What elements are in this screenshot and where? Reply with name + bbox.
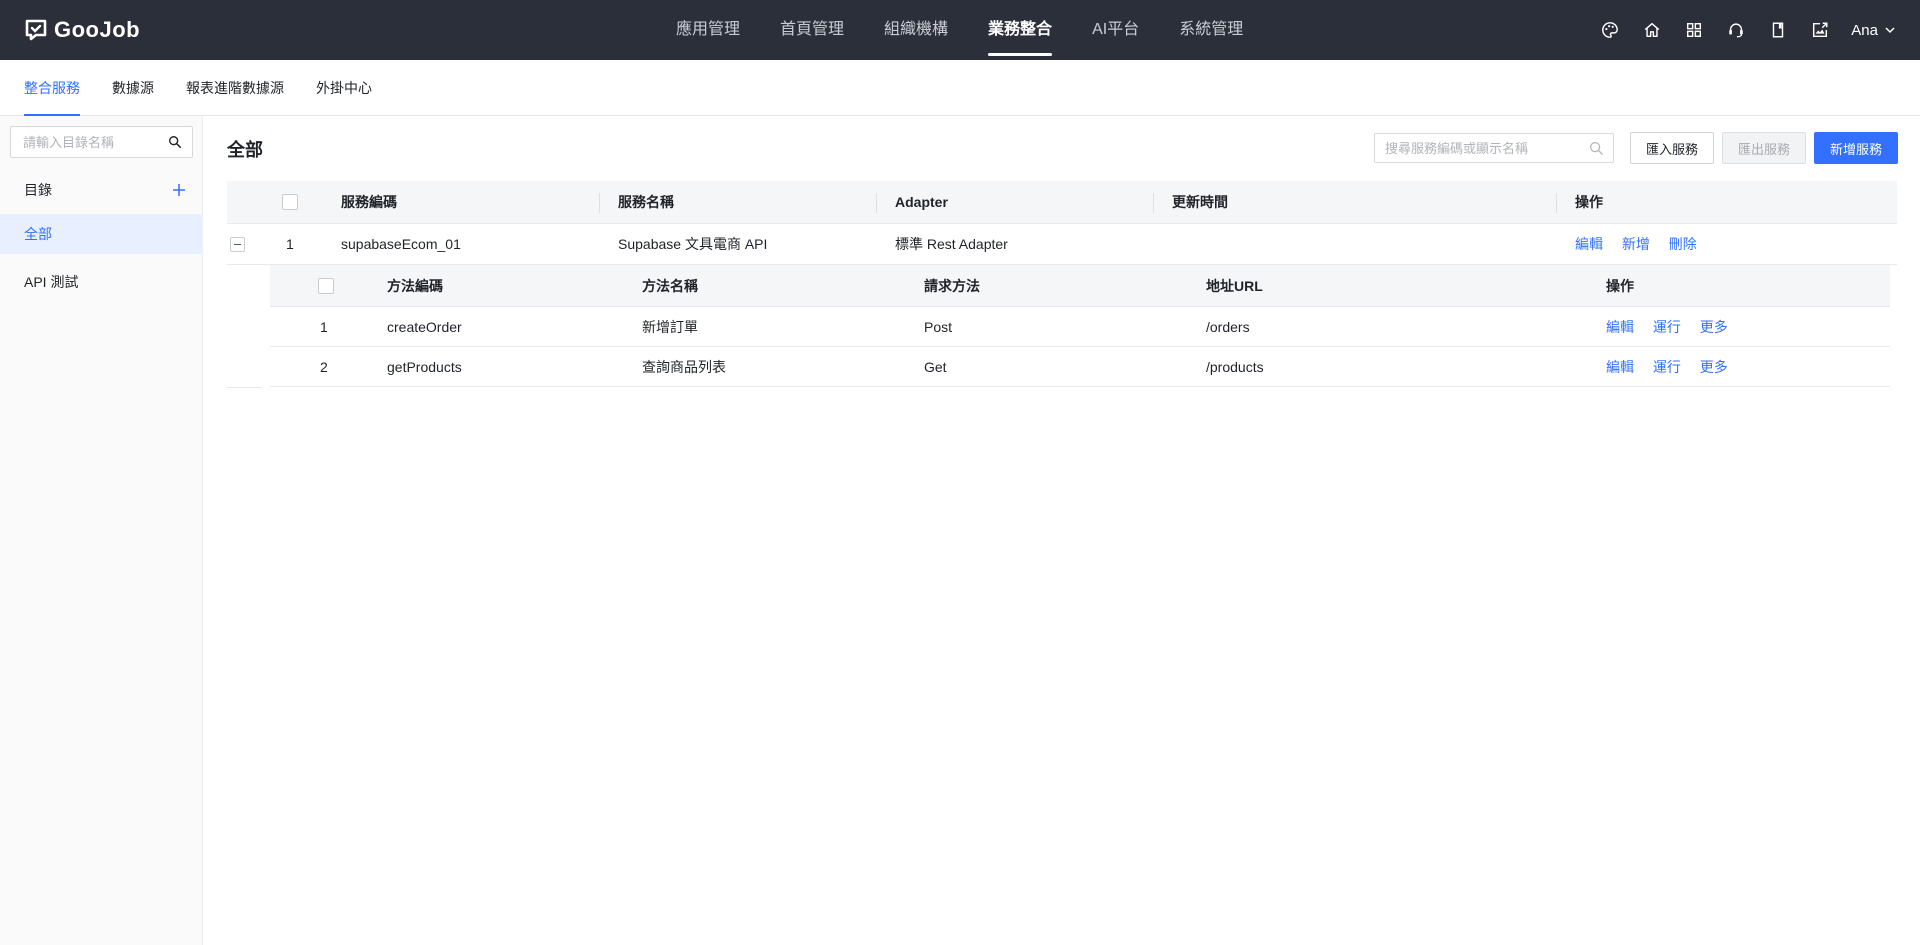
logo-icon [25, 19, 47, 41]
method-url: /orders [1206, 319, 1250, 335]
nav-item-app-management[interactable]: 應用管理 [656, 0, 760, 60]
column-header-method-code: 方法編碼 [387, 278, 443, 294]
method-name: 查詢商品列表 [642, 359, 726, 375]
methods-table: 方法編碼 方法名稱 請求方法 地址URL 操作 1 createOrder 新增… [270, 265, 1890, 387]
column-header-method-actions: 操作 [1606, 278, 1634, 294]
nav-item-organization[interactable]: 組織機構 [864, 0, 968, 60]
main-content: 全部 匯入服務 匯出服務 新增服務 服務編碼 服務名稱 Adapter 更新時間… [203, 116, 1920, 945]
nav-item-business-integration[interactable]: 業務整合 [968, 0, 1072, 60]
column-divider [599, 193, 600, 213]
more-actions-link[interactable]: 更多 [1700, 319, 1728, 335]
support-headset-icon[interactable] [1725, 19, 1747, 41]
export-service-button[interactable]: 匯出服務 [1721, 132, 1806, 164]
import-service-button[interactable]: 匯入服務 [1629, 132, 1714, 164]
column-header-adapter: Adapter [895, 194, 948, 210]
method-row: 2 getProducts 查詢商品列表 Get /products 編輯 運行… [270, 347, 1890, 387]
nav-item-ai-platform[interactable]: AI平台 [1072, 0, 1159, 60]
column-header-updated: 更新時間 [1172, 194, 1228, 210]
top-bar: GooJob 應用管理 首頁管理 組織機構 業務整合 AI平台 系統管理 Ana [0, 0, 1920, 60]
add-directory-icon[interactable] [171, 182, 187, 198]
tab-report-advanced-data-sources[interactable]: 報表進階數據源 [186, 60, 284, 116]
tab-data-sources[interactable]: 數據源 [112, 60, 154, 116]
method-actions: 編輯 運行 更多 [1606, 307, 1728, 347]
request-method: Get [924, 359, 947, 375]
header-toolbar: Ana [1579, 0, 1896, 60]
sidebar: 目錄 全部 API 測試 [0, 116, 203, 945]
column-divider [876, 193, 877, 213]
column-header-name: 服務名稱 [618, 194, 674, 210]
edit-method-link[interactable]: 編輯 [1606, 359, 1634, 375]
collapse-row-button[interactable] [230, 237, 245, 252]
add-method-link[interactable]: 新增 [1622, 236, 1650, 252]
directory-header: 目錄 [0, 170, 203, 210]
column-header-method-name: 方法名稱 [642, 278, 698, 294]
column-divider [1556, 193, 1557, 213]
column-header-request-method: 請求方法 [924, 278, 980, 294]
page-title: 全部 [227, 140, 263, 160]
nav-item-homepage-management[interactable]: 首頁管理 [760, 0, 864, 60]
column-divider [1153, 193, 1154, 213]
services-table: 服務編碼 服務名稱 Adapter 更新時間 操作 1 supabaseEcom… [227, 181, 1897, 388]
tab-plugin-center[interactable]: 外掛中心 [316, 60, 372, 116]
service-search [1373, 133, 1614, 163]
expanded-row-content: 方法編碼 方法名稱 請求方法 地址URL 操作 1 createOrder 新增… [227, 265, 1897, 388]
delete-service-link[interactable]: 刪除 [1669, 236, 1697, 252]
row-actions: 編輯 新增 刪除 [1575, 224, 1697, 265]
user-name: Ana [1851, 21, 1878, 39]
service-toolbar: 匯入服務 匯出服務 新增服務 [1373, 132, 1898, 164]
sidebar-item-all[interactable]: 全部 [0, 214, 203, 254]
nav-item-system-management[interactable]: 系統管理 [1159, 0, 1263, 60]
request-method: Post [924, 319, 953, 335]
sidebar-item-api-test[interactable]: API 測試 [0, 262, 203, 302]
select-all-methods-checkbox[interactable] [318, 278, 334, 294]
sub-tabs: 整合服務 數據源 報表進階數據源 外掛中心 [0, 60, 1920, 116]
methods-table-header: 方法編碼 方法名稱 請求方法 地址URL 操作 [270, 265, 1890, 307]
more-actions-link[interactable]: 更多 [1700, 359, 1728, 375]
edit-method-link[interactable]: 編輯 [1606, 319, 1634, 335]
method-name: 新增訂單 [642, 319, 698, 335]
main-nav: 應用管理 首頁管理 組織機構 業務整合 AI平台 系統管理 [656, 0, 1263, 60]
add-service-button[interactable]: 新增服務 [1813, 132, 1898, 164]
edit-service-link[interactable]: 編輯 [1575, 236, 1603, 252]
method-code: createOrder [387, 319, 462, 335]
column-header-url: 地址URL [1206, 278, 1263, 294]
tab-integration-services[interactable]: 整合服務 [24, 60, 80, 116]
directory-search [10, 126, 193, 158]
service-search-input[interactable] [1374, 134, 1580, 162]
table-row: 1 supabaseEcom_01 Supabase 文具電商 API 標準 R… [227, 224, 1897, 265]
book-icon[interactable] [1767, 19, 1789, 41]
search-icon[interactable] [168, 135, 182, 149]
home-icon[interactable] [1641, 19, 1663, 41]
directory-search-input[interactable] [11, 127, 161, 157]
search-icon[interactable] [1589, 141, 1604, 156]
service-code: supabaseEcom_01 [341, 236, 461, 252]
directory-label: 目錄 [24, 182, 52, 198]
run-method-link[interactable]: 運行 [1653, 319, 1681, 335]
service-adapter: 標準 Rest Adapter [895, 236, 1008, 252]
run-method-link[interactable]: 運行 [1653, 359, 1681, 375]
palette-icon[interactable] [1599, 19, 1621, 41]
method-actions: 編輯 運行 更多 [1606, 347, 1728, 387]
chevron-down-icon [1885, 27, 1895, 34]
method-code: getProducts [387, 359, 462, 375]
column-header-code: 服務編碼 [341, 194, 397, 210]
export-image-icon[interactable] [1809, 19, 1831, 41]
method-row: 1 createOrder 新增訂單 Post /orders 編輯 運行 更多 [270, 307, 1890, 347]
logo[interactable]: GooJob [24, 16, 140, 44]
column-header-actions: 操作 [1575, 194, 1603, 210]
user-menu[interactable]: Ana [1851, 22, 1896, 39]
apps-grid-icon[interactable] [1683, 19, 1705, 41]
row-divider [227, 387, 262, 388]
method-url: /products [1206, 359, 1264, 375]
service-name: Supabase 文具電商 API [618, 236, 768, 252]
table-header: 服務編碼 服務名稱 Adapter 更新時間 操作 [227, 181, 1897, 224]
method-index: 1 [320, 319, 328, 335]
select-all-checkbox[interactable] [282, 194, 298, 210]
row-index: 1 [286, 236, 294, 252]
method-index: 2 [320, 359, 328, 375]
logo-text: GooJob [54, 17, 141, 42]
